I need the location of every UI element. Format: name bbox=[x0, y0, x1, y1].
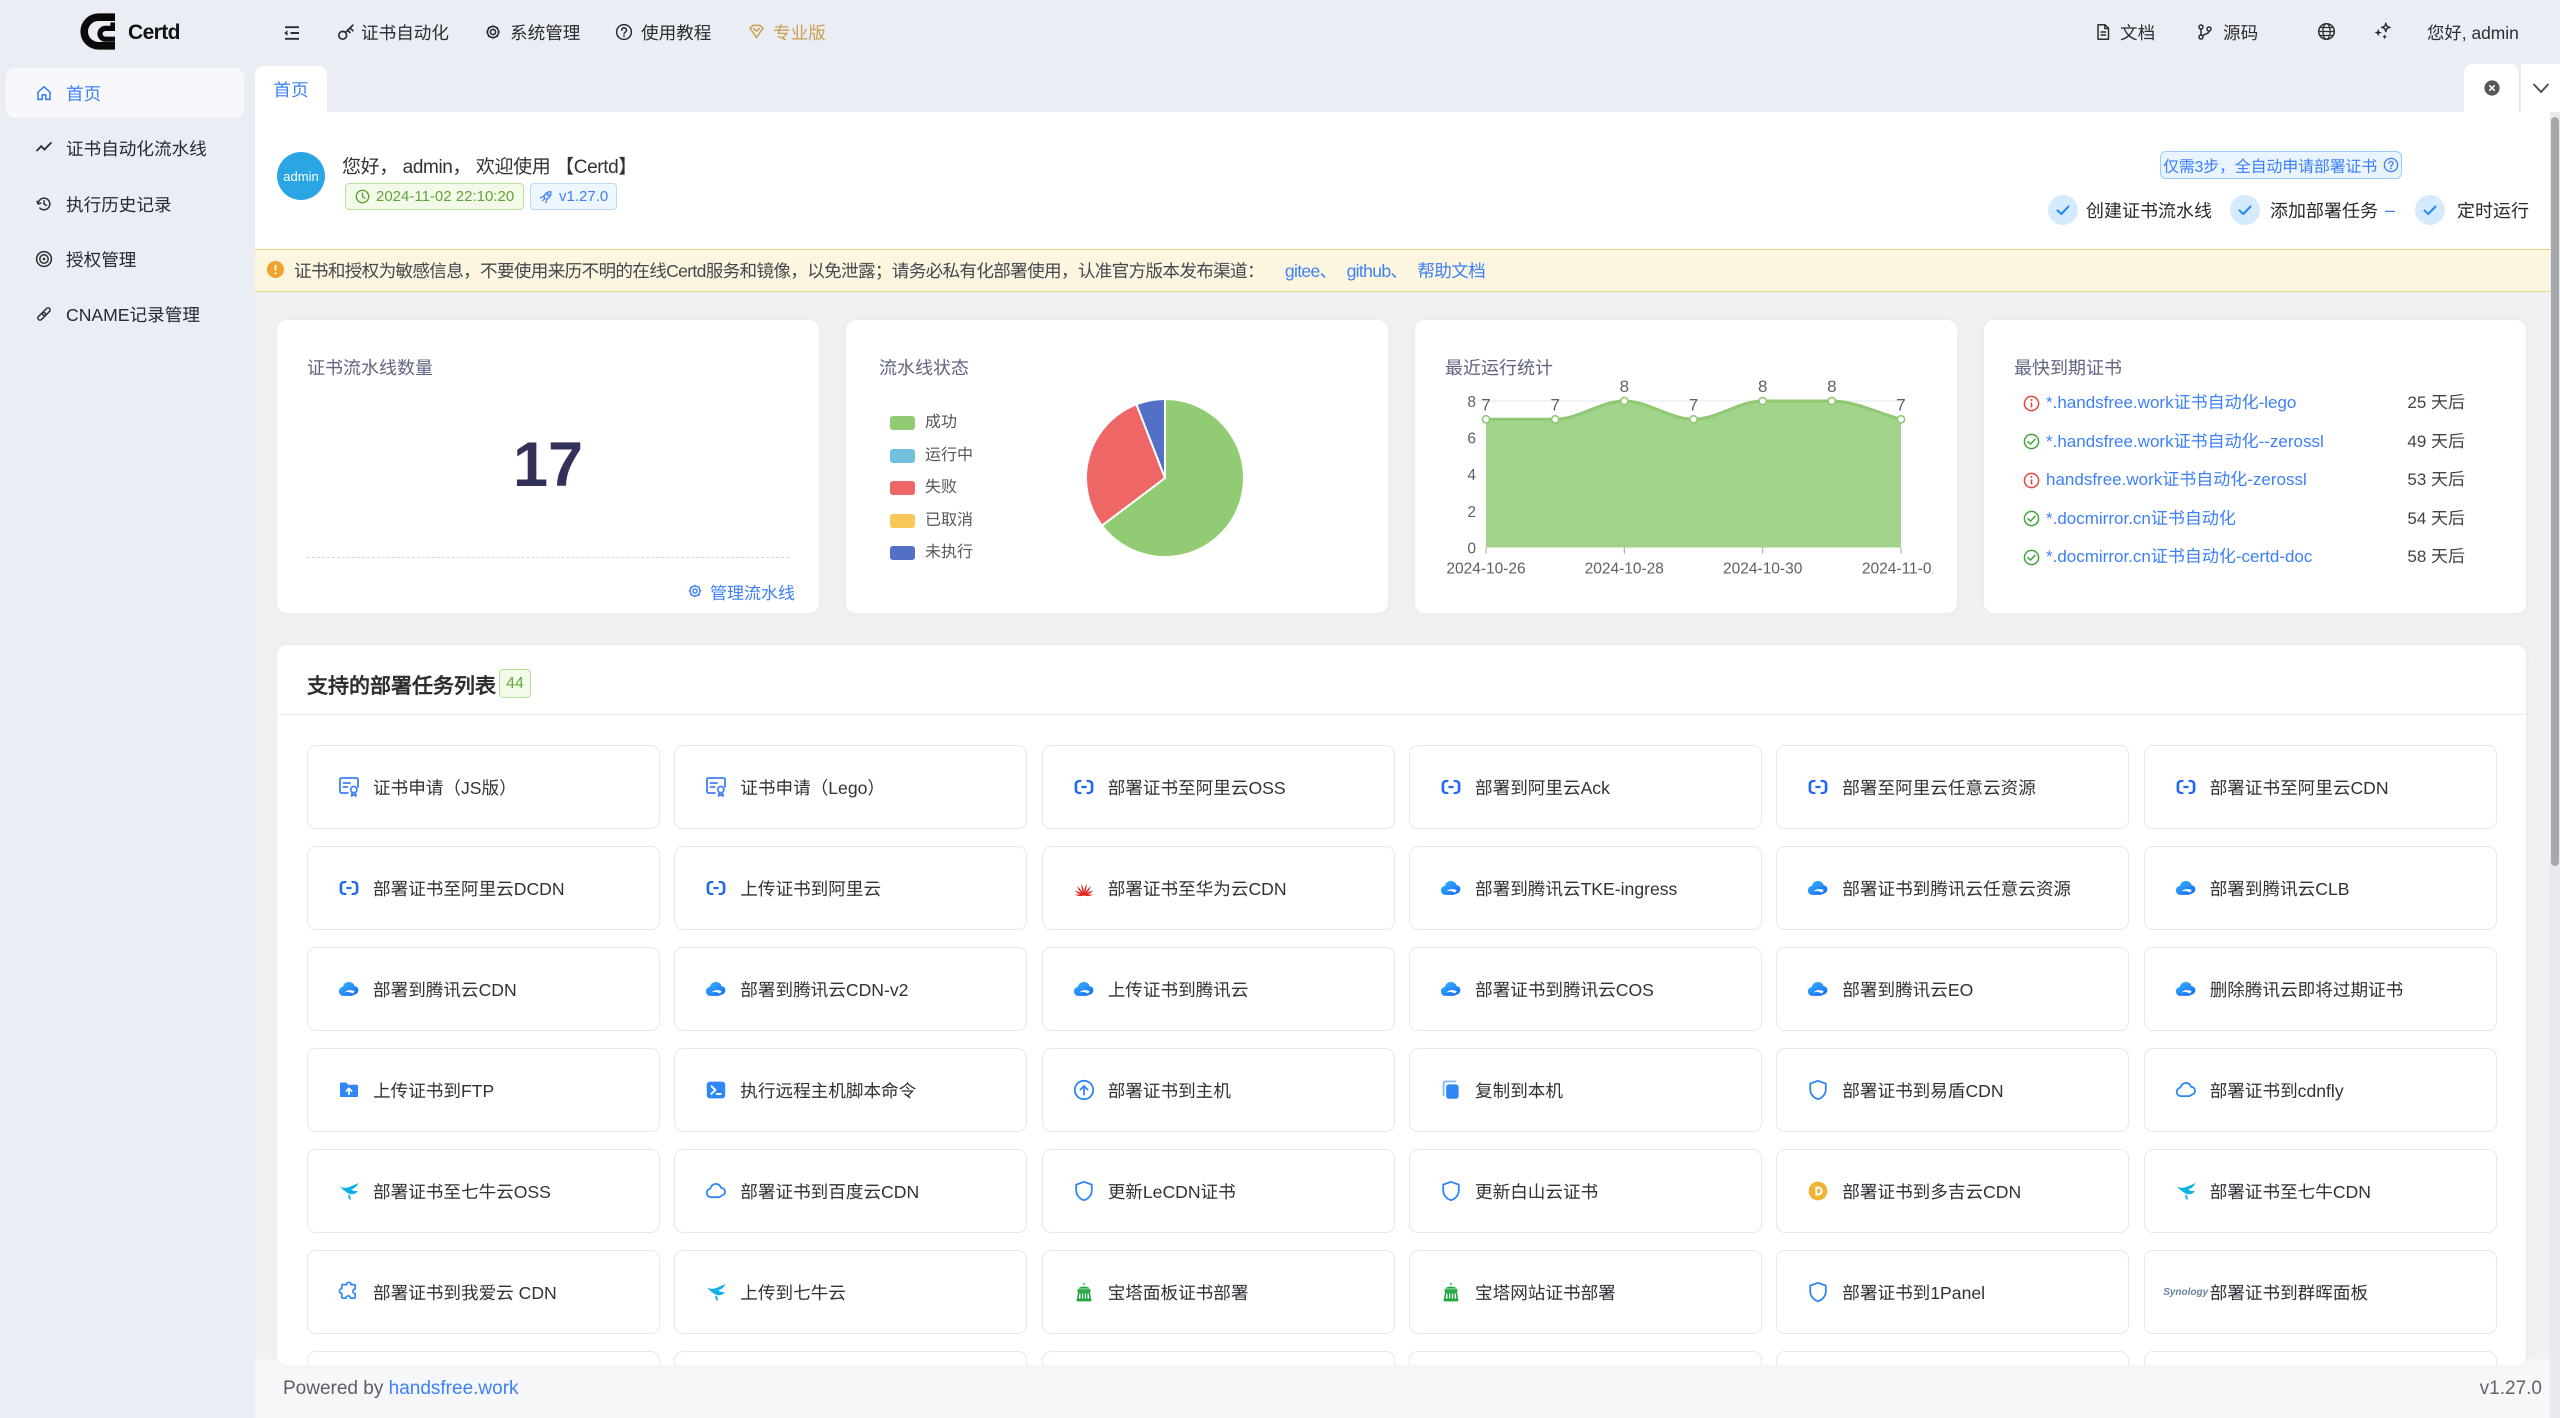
svg-text:8: 8 bbox=[1620, 377, 1629, 396]
svg-text:2024-10-26: 2024-10-26 bbox=[1446, 561, 1525, 578]
svg-text:8: 8 bbox=[1467, 394, 1476, 411]
svg-text:7: 7 bbox=[1550, 395, 1559, 414]
svg-text:6: 6 bbox=[1467, 431, 1476, 448]
svg-text:0: 0 bbox=[1467, 541, 1476, 558]
svg-text:8: 8 bbox=[1758, 377, 1767, 396]
svg-text:2024-10-28: 2024-10-28 bbox=[1585, 561, 1664, 578]
svg-text:2: 2 bbox=[1467, 504, 1476, 521]
svg-text:2024-10-30: 2024-10-30 bbox=[1723, 561, 1803, 578]
svg-text:7: 7 bbox=[1896, 395, 1905, 414]
svg-text:7: 7 bbox=[1689, 395, 1698, 414]
svg-text:7: 7 bbox=[1481, 395, 1490, 414]
svg-text:8: 8 bbox=[1827, 377, 1836, 396]
svg-text:4: 4 bbox=[1467, 467, 1476, 484]
svg-text:2024-11-01: 2024-11-01 bbox=[1862, 561, 1933, 578]
